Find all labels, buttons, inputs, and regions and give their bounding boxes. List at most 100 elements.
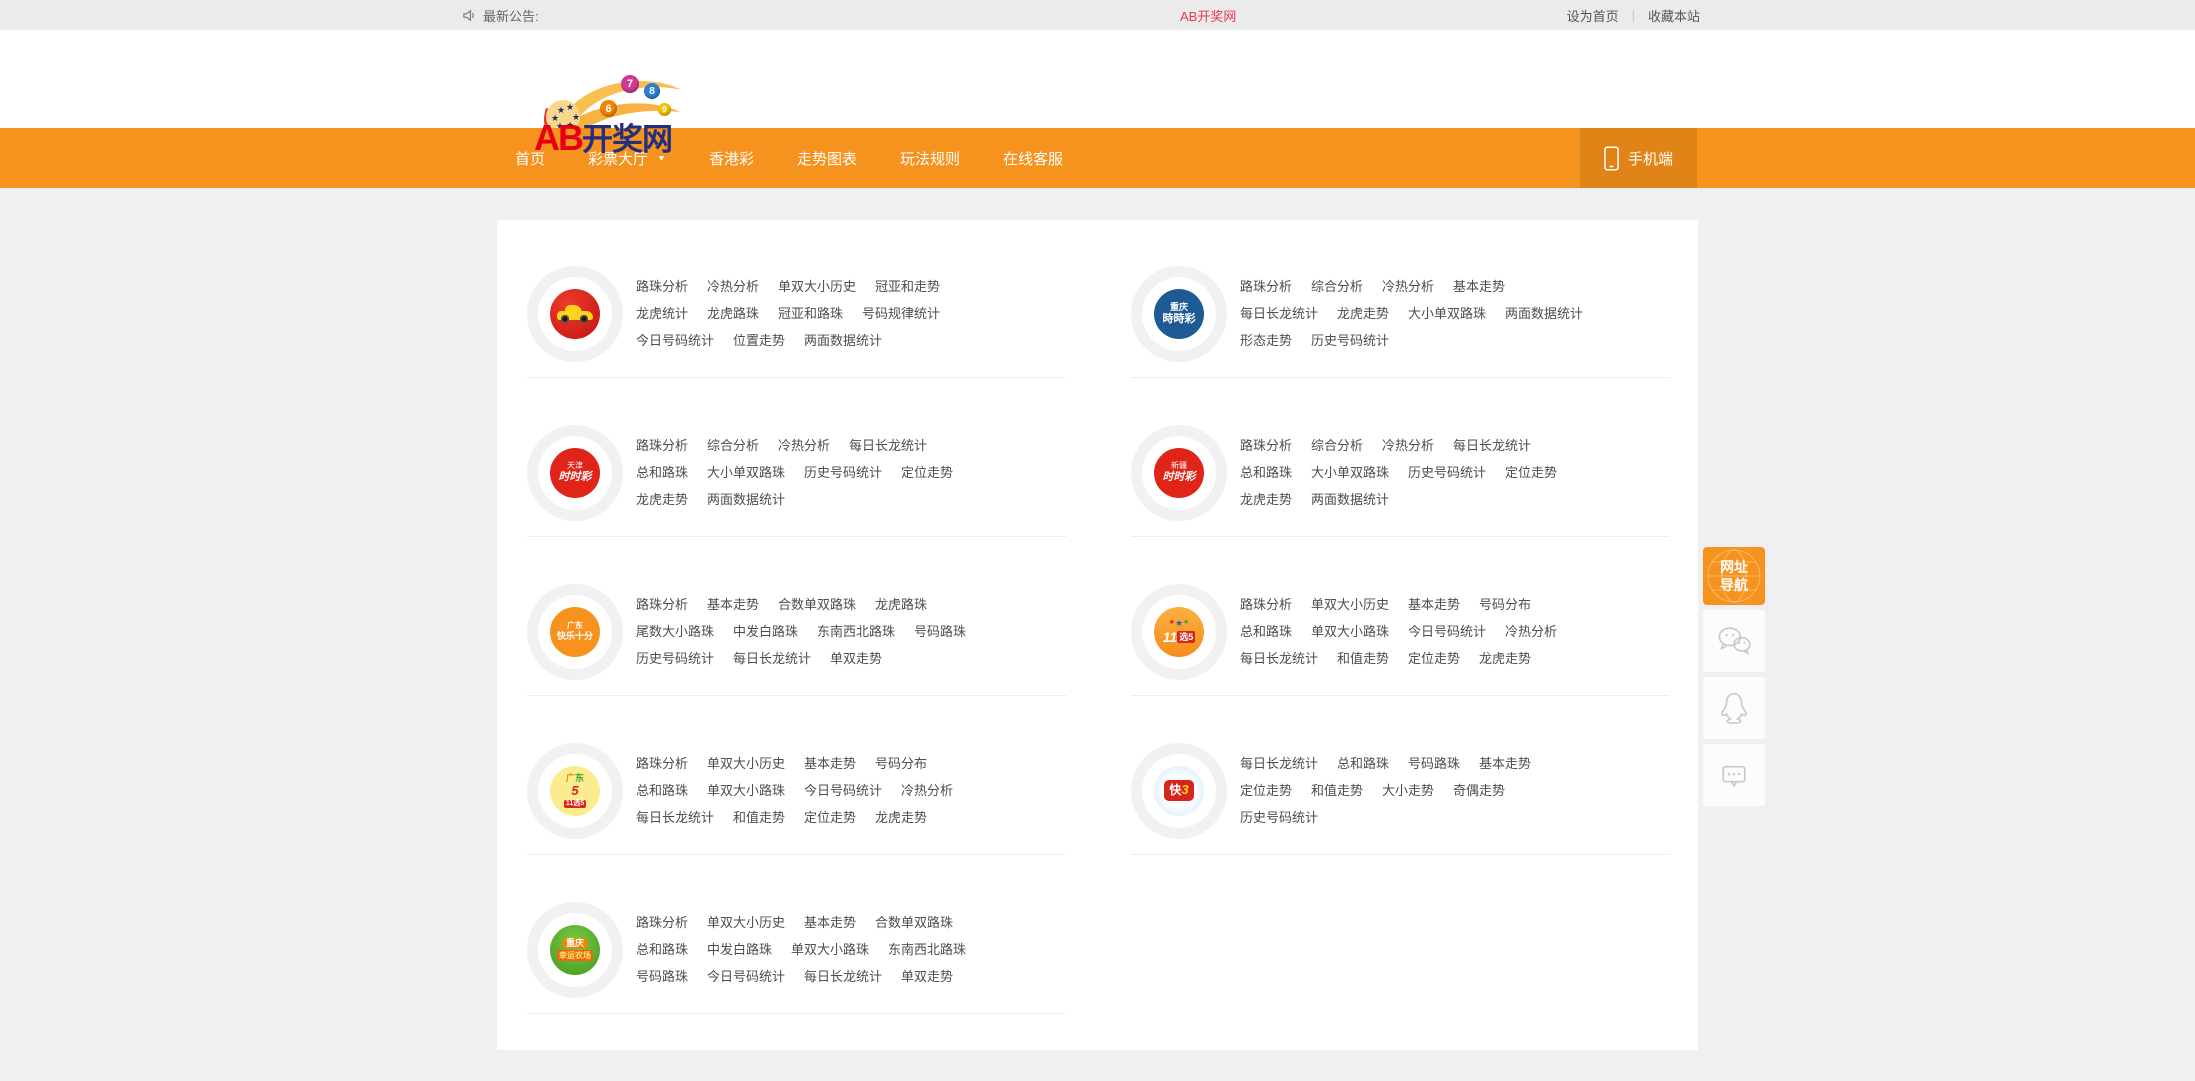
game-link[interactable]: 号码分布 — [1479, 591, 1531, 618]
game-link[interactable]: 单双大小路珠 — [791, 936, 869, 963]
game-link[interactable]: 号码规律统计 — [862, 300, 940, 327]
cq-xync-logo[interactable]: 重庆幸运农场 — [527, 902, 623, 998]
game-link[interactable]: 路珠分析 — [1240, 591, 1292, 618]
game-link[interactable]: 总和路珠 — [1240, 618, 1292, 645]
game-link[interactable]: 路珠分析 — [636, 273, 688, 300]
gd-klsf-logo[interactable]: 广东快乐十分 — [527, 584, 623, 680]
site-nav-button[interactable]: 网址 导航 — [1703, 547, 1765, 605]
game-link[interactable]: 每日长龙统计 — [849, 432, 927, 459]
game-link[interactable]: 龙虎走势 — [875, 804, 927, 831]
game-link[interactable]: 基本走势 — [1453, 273, 1505, 300]
game-link[interactable]: 龙虎路珠 — [707, 300, 759, 327]
game-link[interactable]: 定位走势 — [1505, 459, 1557, 486]
cqssc-logo[interactable]: 重庆時時彩 — [1131, 266, 1227, 362]
nav-item-5[interactable]: 玩法规则 — [900, 148, 960, 169]
game-link[interactable]: 基本走势 — [1479, 750, 1531, 777]
game-link[interactable]: 定位走势 — [1240, 777, 1292, 804]
game-link[interactable]: 历史号码统计 — [1311, 327, 1389, 354]
game-link[interactable]: 冷热分析 — [707, 273, 759, 300]
game-link[interactable]: 两面数据统计 — [707, 486, 785, 513]
announcement-site-name[interactable]: AB开奖网 — [1180, 0, 1236, 30]
kuai3-logo[interactable]: 快3 — [1131, 743, 1227, 839]
game-link[interactable]: 冷热分析 — [1382, 432, 1434, 459]
game-link[interactable]: 路珠分析 — [636, 750, 688, 777]
game-link[interactable]: 每日长龙统计 — [1453, 432, 1531, 459]
game-link[interactable]: 今日号码统计 — [707, 963, 785, 990]
game-link[interactable]: 历史号码统计 — [1240, 804, 1318, 831]
game-link[interactable]: 单双大小路珠 — [707, 777, 785, 804]
game-link[interactable]: 号码路珠 — [1408, 750, 1460, 777]
game-link[interactable]: 位置走势 — [733, 327, 785, 354]
game-link[interactable]: 龙虎走势 — [1479, 645, 1531, 672]
game-link[interactable]: 今日号码统计 — [636, 327, 714, 354]
game-link[interactable]: 大小走势 — [1382, 777, 1434, 804]
game-link[interactable]: 历史号码统计 — [804, 459, 882, 486]
game-link[interactable]: 形态走势 — [1240, 327, 1292, 354]
game-link[interactable]: 龙虎路珠 — [875, 591, 927, 618]
game-link[interactable]: 综合分析 — [1311, 273, 1363, 300]
game-link[interactable]: 和值走势 — [1337, 645, 1389, 672]
game-link[interactable]: 定位走势 — [1408, 645, 1460, 672]
game-link[interactable]: 龙虎走势 — [1337, 300, 1389, 327]
11xuan5-logo[interactable]: ★★★11选5 — [1131, 584, 1227, 680]
site-logo[interactable]: ★★★ ★★★ 7869 AB 开奖网 — [530, 70, 690, 148]
game-link[interactable]: 总和路珠 — [1337, 750, 1389, 777]
game-link[interactable]: 两面数据统计 — [1505, 300, 1583, 327]
game-link[interactable]: 每日长龙统计 — [1240, 645, 1318, 672]
wechat-button[interactable] — [1703, 610, 1765, 672]
game-link[interactable]: 合数单双路珠 — [875, 909, 953, 936]
game-link[interactable]: 大小单双路珠 — [1408, 300, 1486, 327]
game-link[interactable]: 历史号码统计 — [636, 645, 714, 672]
game-link[interactable]: 两面数据统计 — [1311, 486, 1389, 513]
game-link[interactable]: 基本走势 — [804, 750, 856, 777]
game-link[interactable]: 龙虎统计 — [636, 300, 688, 327]
game-link[interactable]: 总和路珠 — [1240, 459, 1292, 486]
game-link[interactable]: 大小单双路珠 — [1311, 459, 1389, 486]
game-link[interactable]: 总和路珠 — [636, 936, 688, 963]
nav-item-6[interactable]: 在线客服 — [1003, 148, 1063, 169]
game-link[interactable]: 东南西北路珠 — [817, 618, 895, 645]
mobile-version-button[interactable]: 手机端 — [1580, 128, 1697, 188]
nav-item-3[interactable]: 香港彩 — [709, 148, 754, 169]
game-link[interactable]: 综合分析 — [1311, 432, 1363, 459]
game-link[interactable]: 号码路珠 — [914, 618, 966, 645]
game-link[interactable]: 大小单双路珠 — [707, 459, 785, 486]
game-link[interactable]: 和值走势 — [1311, 777, 1363, 804]
game-link[interactable]: 龙虎走势 — [1240, 486, 1292, 513]
pk10-racing-logo[interactable] — [527, 266, 623, 362]
game-link[interactable]: 合数单双路珠 — [778, 591, 856, 618]
game-link[interactable]: 每日长龙统计 — [1240, 300, 1318, 327]
game-link[interactable]: 路珠分析 — [1240, 432, 1292, 459]
game-link[interactable]: 定位走势 — [804, 804, 856, 831]
qq-button[interactable] — [1703, 677, 1765, 739]
game-link[interactable]: 每日长龙统计 — [804, 963, 882, 990]
game-link[interactable]: 路珠分析 — [636, 432, 688, 459]
game-link[interactable]: 中发白路珠 — [733, 618, 798, 645]
game-link[interactable]: 路珠分析 — [636, 591, 688, 618]
game-link[interactable]: 号码分布 — [875, 750, 927, 777]
game-link[interactable]: 基本走势 — [804, 909, 856, 936]
set-homepage-link[interactable]: 设为首页 — [1567, 6, 1619, 25]
xjssc-logo[interactable]: 新疆时时彩 — [1131, 425, 1227, 521]
game-link[interactable]: 总和路珠 — [636, 459, 688, 486]
game-link[interactable]: 每日长龙统计 — [733, 645, 811, 672]
game-link[interactable]: 路珠分析 — [1240, 273, 1292, 300]
game-link[interactable]: 历史号码统计 — [1408, 459, 1486, 486]
game-link[interactable]: 单双走势 — [901, 963, 953, 990]
game-link[interactable]: 龙虎走势 — [636, 486, 688, 513]
game-link[interactable]: 每日长龙统计 — [1240, 750, 1318, 777]
game-link[interactable]: 每日长龙统计 — [636, 804, 714, 831]
game-link[interactable]: 尾数大小路珠 — [636, 618, 714, 645]
game-link[interactable]: 东南西北路珠 — [888, 936, 966, 963]
game-link[interactable]: 基本走势 — [707, 591, 759, 618]
game-link[interactable]: 单双走势 — [830, 645, 882, 672]
game-link[interactable]: 单双大小历史 — [778, 273, 856, 300]
game-link[interactable]: 冷热分析 — [1382, 273, 1434, 300]
gd-11xuan5-logo[interactable]: 广东511选5 — [527, 743, 623, 839]
game-link[interactable]: 定位走势 — [901, 459, 953, 486]
nav-item-4[interactable]: 走势图表 — [797, 148, 857, 169]
game-link[interactable]: 今日号码统计 — [1408, 618, 1486, 645]
game-link[interactable]: 单双大小历史 — [707, 909, 785, 936]
game-link[interactable]: 中发白路珠 — [707, 936, 772, 963]
game-link[interactable]: 基本走势 — [1408, 591, 1460, 618]
